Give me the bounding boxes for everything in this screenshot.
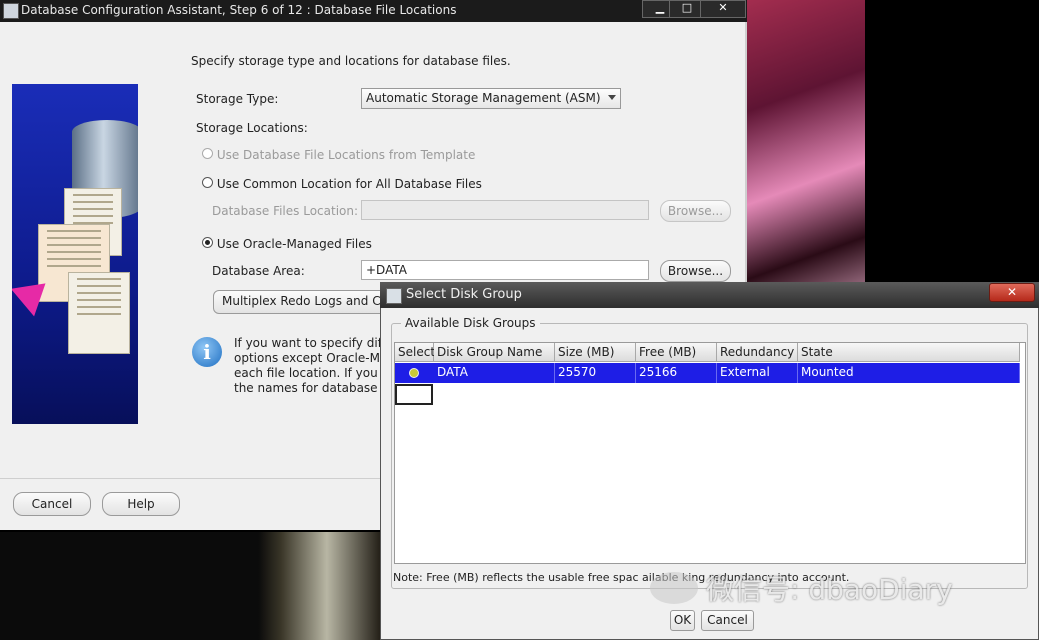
app-icon [3, 3, 19, 19]
dialog-close-button[interactable]: ✕ [989, 283, 1035, 302]
info-icon: i [192, 337, 222, 367]
option-template-label: Use Database File Locations from Templat… [216, 148, 476, 162]
db-files-location-input[interactable] [361, 200, 649, 220]
browse-button-disabled[interactable]: Browse... [660, 200, 731, 222]
option-common-label: Use Common Location for All Database Fil… [216, 177, 482, 191]
cancel-button[interactable]: Cancel [13, 492, 91, 516]
cell-size: 25570 [555, 363, 636, 383]
column-header-state[interactable]: State [798, 343, 1020, 362]
storage-locations-label: Storage Locations: [196, 121, 308, 135]
radio-icon [202, 148, 213, 159]
available-disk-groups-label: Available Disk Groups [401, 316, 540, 330]
ok-button[interactable]: OK [670, 610, 695, 631]
chevron-down-icon [608, 95, 616, 100]
storage-type-label: Storage Type: [196, 92, 279, 106]
radio-icon [202, 177, 213, 188]
multiplex-redo-logs-button[interactable]: Multiplex Redo Logs and C [213, 290, 391, 314]
instruction-text: Specify storage type and locations for d… [191, 54, 511, 68]
document-icon [68, 272, 130, 354]
cell-state: Mounted [798, 363, 1020, 383]
dialog-title: Select Disk Group [406, 287, 522, 302]
desktop-photo [747, 0, 865, 330]
column-header-redundancy[interactable]: Redundancy [717, 343, 798, 362]
db-files-location-label: Database Files Location: [212, 204, 359, 218]
cell-redundancy: External [717, 363, 798, 383]
info-text: If you want to specify diff options exce… [234, 336, 390, 395]
storage-type-value: Automatic Storage Management (ASM) [366, 91, 601, 105]
column-header-size[interactable]: Size (MB) [555, 343, 636, 362]
radio-selected-icon[interactable] [409, 368, 419, 378]
column-header-free[interactable]: Free (MB) [636, 343, 717, 362]
help-button[interactable]: Help [102, 492, 180, 516]
option-template-radio[interactable]: Use Database File Locations from Templat… [202, 148, 475, 162]
option-omf-radio[interactable]: Use Oracle-Managed Files [202, 237, 372, 251]
wechat-logo-icon [650, 572, 698, 604]
cell-disk-group-name: DATA [434, 363, 555, 383]
radio-selected-icon [202, 237, 213, 248]
dialog-app-icon [386, 288, 402, 304]
wizard-illustration [12, 84, 138, 424]
column-header-name[interactable]: Disk Group Name [434, 343, 555, 362]
desktop-dark-area [865, 0, 1039, 330]
browse-button[interactable]: Browse... [660, 260, 731, 282]
option-common-radio[interactable]: Use Common Location for All Database Fil… [202, 177, 482, 191]
cell-free: 25166 [636, 363, 717, 383]
option-omf-label: Use Oracle-Managed Files [216, 237, 372, 251]
column-header-select[interactable]: Select [395, 343, 435, 362]
desktop-photo-bottom [0, 532, 380, 640]
db-area-input[interactable]: +DATA [361, 260, 649, 280]
empty-table-cell[interactable] [395, 384, 433, 405]
main-window-title: Database Configuration Assistant, Step 6… [21, 3, 457, 17]
db-area-label: Database Area: [212, 264, 305, 278]
storage-type-select[interactable]: Automatic Storage Management (ASM) [361, 88, 621, 109]
watermark-text: 微信号: dbaoDiary [706, 573, 953, 606]
close-button[interactable]: ✕ [700, 0, 746, 18]
dialog-cancel-button[interactable]: Cancel [701, 610, 754, 631]
